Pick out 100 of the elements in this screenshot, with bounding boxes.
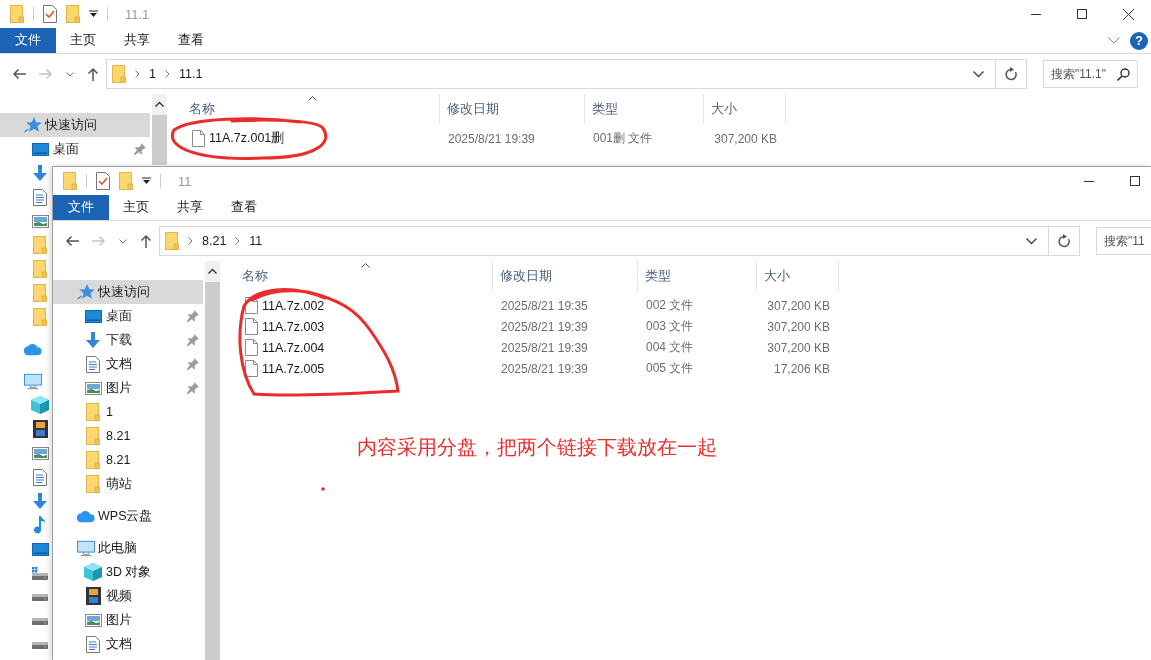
nav-item[interactable]: WPS云盘	[53, 504, 203, 528]
file-tab[interactable]: 文件	[53, 195, 109, 220]
scrollbar[interactable]	[152, 94, 167, 165]
file-size: 17,206 KB	[772, 361, 831, 376]
breadcrumb[interactable]: 11.1	[178, 67, 203, 81]
column-header[interactable]: 名称	[167, 94, 440, 124]
nav-item[interactable]: 快速访问	[0, 113, 150, 137]
ribbon-tab[interactable]: 共享	[163, 195, 217, 220]
nav-item[interactable]: 3D 对象	[53, 560, 203, 584]
window-title: 11	[178, 173, 192, 189]
chevron-right-icon[interactable]	[235, 237, 241, 245]
file-icon	[245, 339, 258, 356]
ribbon-tab[interactable]: 主页	[109, 195, 163, 220]
nav-item[interactable]: 图片	[53, 608, 203, 632]
customize-caret-icon[interactable]	[89, 10, 98, 18]
file-size: 307,200 KB	[766, 319, 831, 334]
close-icon	[1122, 8, 1134, 20]
nav-item[interactable]: 桌面	[53, 304, 203, 328]
modified-date: 2025/8/21 19:39	[500, 340, 589, 355]
folder-icon	[66, 5, 80, 23]
file-type: 001删 文件	[592, 130, 654, 147]
properties-icon[interactable]	[43, 5, 57, 23]
folder-icon	[86, 403, 100, 421]
nav-item[interactable]: 8.21	[53, 448, 203, 472]
nav-item[interactable]: 桌面	[0, 137, 150, 161]
folder-icon	[165, 232, 179, 250]
maximize-icon	[1077, 9, 1087, 19]
column-header[interactable]: 大小	[704, 94, 786, 124]
column-header[interactable]: 类型	[585, 94, 704, 124]
file-name[interactable]: 11A.7z.005	[262, 361, 325, 376]
folder-icon	[86, 451, 100, 469]
nav-item[interactable]: 快速访问	[53, 280, 203, 304]
nav-item[interactable]: 萌站	[53, 472, 203, 496]
column-header[interactable]: 名称	[220, 261, 493, 291]
film-icon	[85, 587, 101, 605]
chevron-right-icon[interactable]	[135, 70, 140, 78]
file-icon	[245, 360, 258, 377]
file-size: 307,200 KB	[766, 298, 831, 313]
nav-item[interactable]: 此电脑	[53, 536, 203, 560]
breadcrumb[interactable]: 1	[149, 67, 156, 81]
column-header[interactable]: 修改日期	[440, 94, 585, 124]
annotation-text: 内容采用分盘，把两个链接下载放在一起	[357, 435, 717, 460]
nav-item[interactable]: 视频	[53, 584, 203, 608]
dropdown-caret-icon[interactable]	[1026, 237, 1037, 245]
file-name[interactable]: 11A.7z.001删	[209, 130, 285, 147]
nav-item[interactable]: 文档	[53, 632, 203, 656]
nav-item[interactable]: 1	[53, 400, 203, 424]
nav-item[interactable]: 8.21	[53, 424, 203, 448]
scroll-thumb[interactable]	[152, 115, 167, 165]
nav-item[interactable]: 图片	[53, 376, 203, 400]
up-arrow-icon[interactable]	[140, 234, 152, 248]
folder-icon	[63, 172, 77, 190]
caret-up-icon[interactable]	[155, 101, 164, 107]
folder-icon	[86, 427, 100, 445]
sort-caret-icon	[361, 263, 370, 268]
refresh-icon[interactable]	[1058, 234, 1071, 248]
dropdown-caret-icon[interactable]	[973, 70, 984, 78]
file-type: 004 文件	[645, 339, 695, 356]
breadcrumb[interactable]: 8.21	[202, 234, 227, 248]
annotation-dot	[321, 487, 325, 491]
maximize-icon	[1130, 176, 1140, 186]
column-header[interactable]: 大小	[757, 261, 839, 291]
up-arrow-icon[interactable]	[87, 67, 99, 81]
search-field[interactable]: 搜索"11.1"	[1043, 60, 1138, 88]
refresh-icon[interactable]	[1005, 67, 1018, 81]
recent-caret-icon[interactable]	[119, 238, 127, 244]
modified-date: 2025/8/21 19:39	[447, 131, 536, 146]
help-button[interactable]: ?	[1130, 31, 1148, 50]
file-name[interactable]: 11A.7z.002	[262, 298, 325, 313]
file-name[interactable]: 11A.7z.003	[262, 319, 325, 334]
cube-icon	[84, 563, 102, 581]
nav-item[interactable]: 文档	[53, 352, 203, 376]
back-arrow-icon[interactable]	[65, 235, 79, 247]
chevron-right-icon[interactable]	[164, 70, 170, 78]
back-arrow-icon[interactable]	[12, 68, 26, 80]
column-header[interactable]: 修改日期	[493, 261, 638, 291]
address-bar[interactable]: 8.21 11	[159, 226, 1080, 256]
address-bar[interactable]: 1 11.1	[106, 59, 1027, 89]
nav-item[interactable]: 下载	[53, 328, 203, 352]
file-type: 002 文件	[645, 297, 695, 314]
ribbon-tab[interactable]: 查看	[164, 28, 218, 53]
file-name[interactable]: 11A.7z.004	[262, 340, 325, 355]
star-icon	[77, 284, 95, 300]
chevron-right-icon[interactable]	[188, 237, 193, 245]
ribbon-tab[interactable]: 主页	[56, 28, 110, 53]
properties-icon[interactable]	[96, 172, 110, 190]
search-field[interactable]: 搜索"11	[1096, 227, 1151, 255]
file-icon	[245, 318, 258, 335]
file-tab[interactable]: 文件	[0, 28, 56, 53]
customize-caret-icon[interactable]	[142, 177, 151, 185]
chevron-down-icon[interactable]	[1108, 37, 1120, 44]
star-icon	[24, 117, 42, 133]
recent-caret-icon[interactable]	[66, 71, 74, 77]
ribbon-tab[interactable]: 查看	[217, 195, 271, 220]
column-header[interactable]: 类型	[638, 261, 757, 291]
file-size: 307,200 KB	[713, 131, 778, 146]
search-icon[interactable]	[1117, 68, 1130, 81]
ribbon-tab[interactable]: 共享	[110, 28, 164, 53]
caret-up-icon[interactable]	[208, 268, 217, 274]
breadcrumb[interactable]: 11	[249, 234, 263, 248]
